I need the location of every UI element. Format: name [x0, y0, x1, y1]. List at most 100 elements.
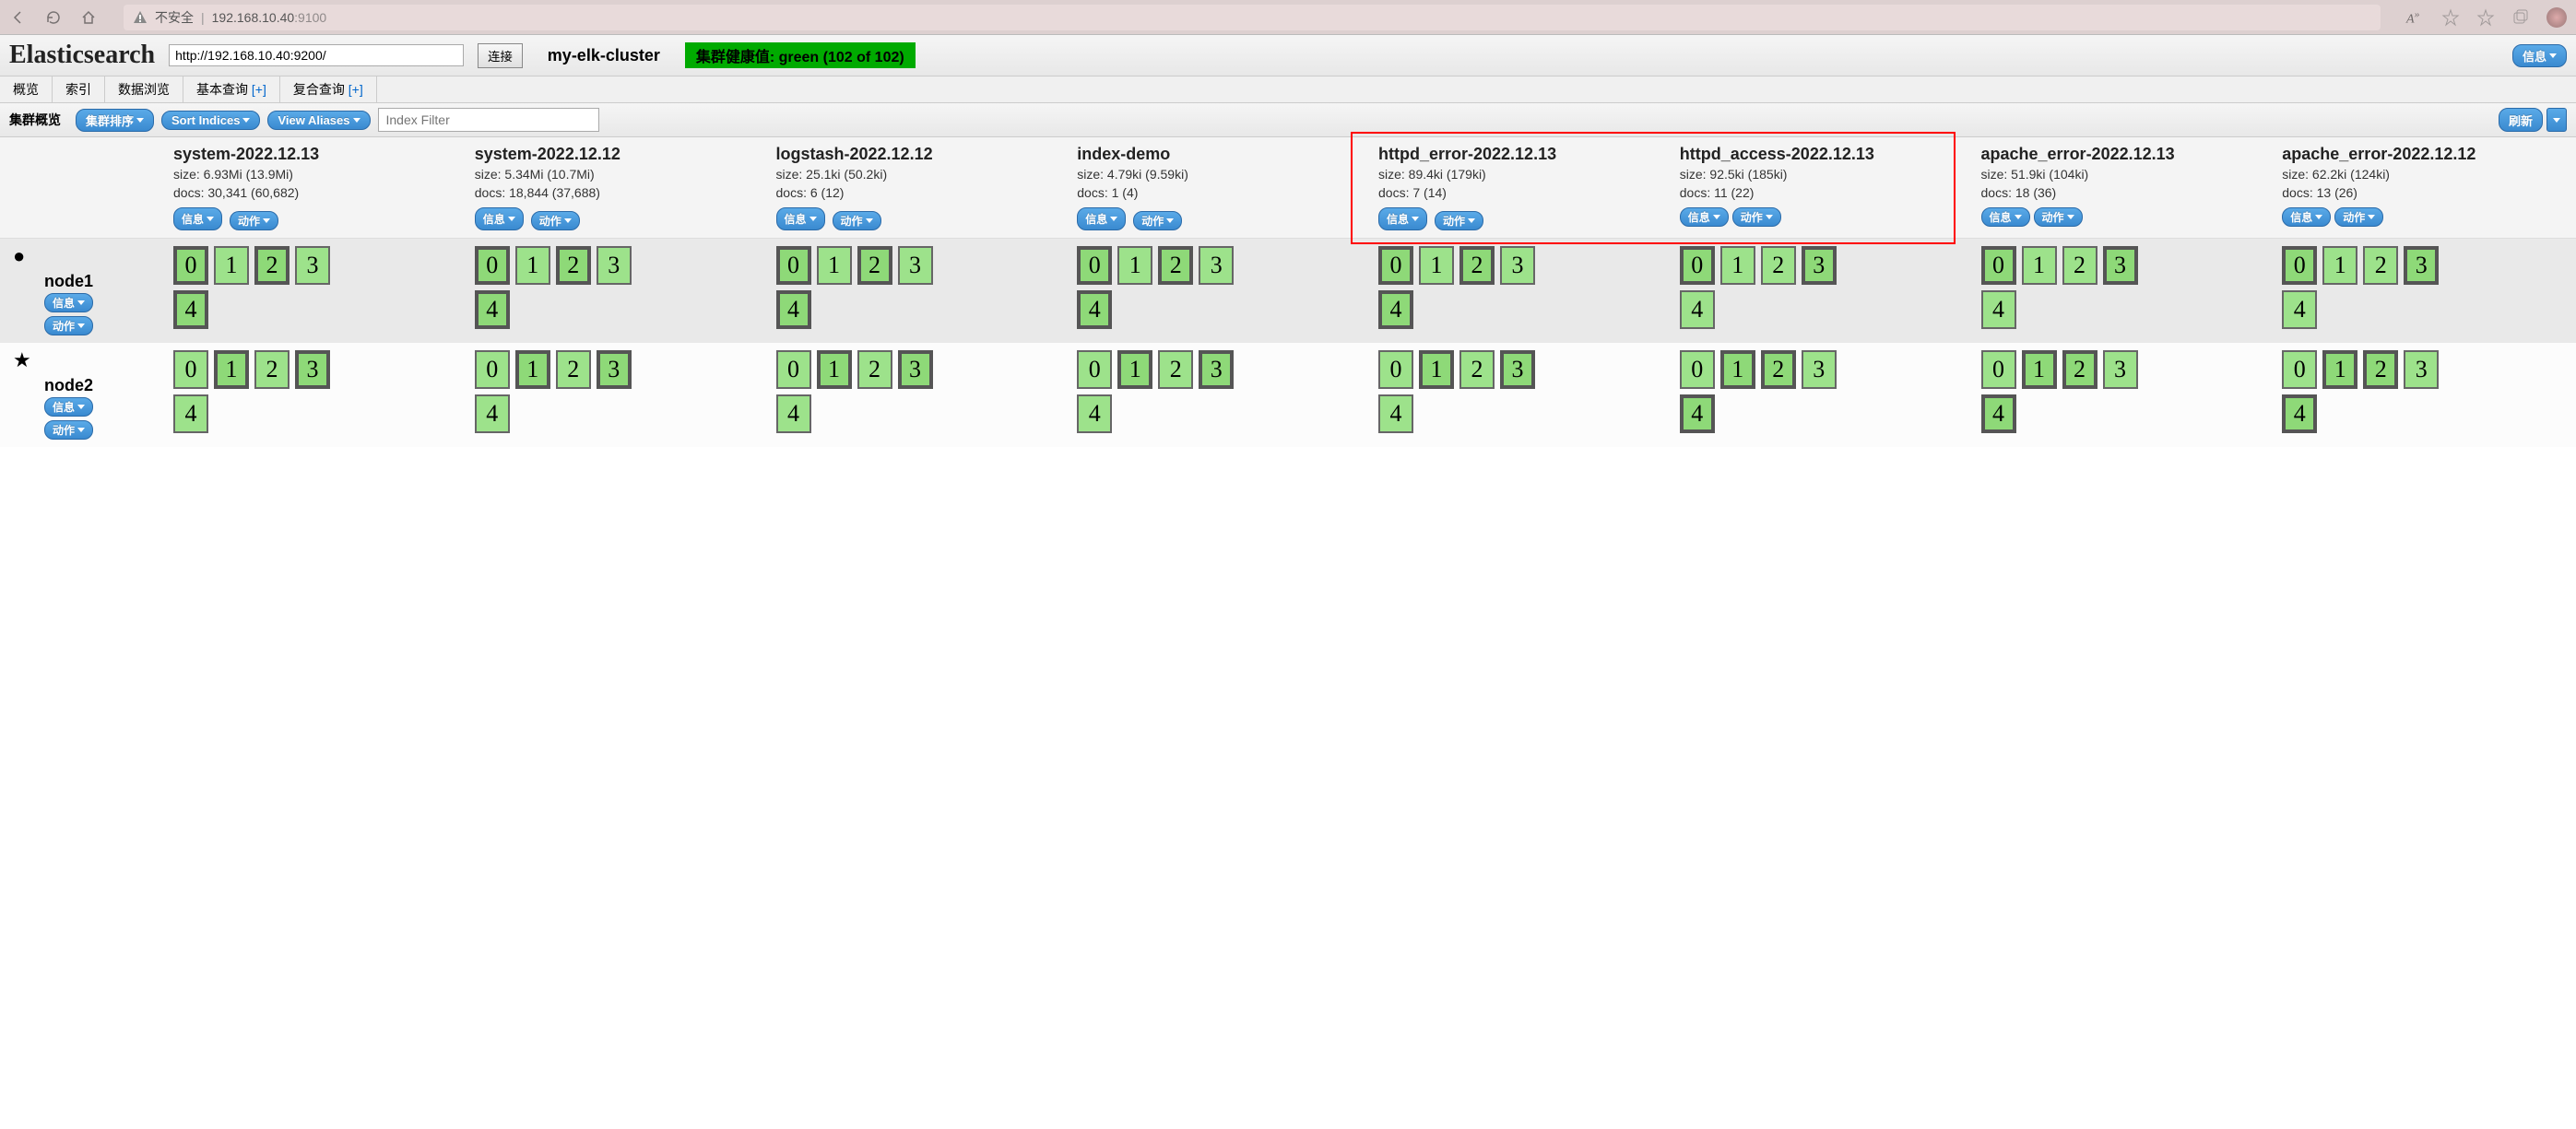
shard-primary[interactable]: 0	[776, 246, 811, 285]
index-info-button[interactable]: 信息	[1680, 207, 1729, 227]
shard-primary[interactable]: 1	[2022, 350, 2057, 389]
tab-plus-icon[interactable]: [+]	[252, 82, 266, 97]
shard-replica[interactable]: 0	[1077, 350, 1112, 389]
connect-button[interactable]: 连接	[478, 43, 523, 68]
shard-replica[interactable]: 2	[556, 350, 591, 389]
shard-primary[interactable]: 3	[898, 350, 933, 389]
tab-overview[interactable]: 概览	[0, 76, 53, 102]
index-info-button[interactable]: 信息	[2282, 207, 2331, 227]
index-action-button[interactable]: 动作	[230, 211, 278, 230]
back-button[interactable]	[9, 8, 28, 27]
shard-replica[interactable]: 1	[1419, 246, 1454, 285]
index-info-button[interactable]: 信息	[776, 207, 825, 230]
shard-replica[interactable]: 0	[173, 350, 208, 389]
shard-primary[interactable]: 3	[2103, 246, 2138, 285]
index-action-button[interactable]: 动作	[2334, 207, 2383, 227]
shard-primary[interactable]: 2	[1158, 246, 1193, 285]
shard-replica[interactable]: 1	[1117, 246, 1152, 285]
shard-replica[interactable]: 1	[817, 246, 852, 285]
shard-primary[interactable]: 3	[295, 350, 330, 389]
shard-primary[interactable]: 4	[1981, 394, 2016, 433]
shard-replica[interactable]: 2	[2062, 246, 2097, 285]
shard-replica[interactable]: 1	[214, 246, 249, 285]
shard-replica[interactable]: 4	[173, 394, 208, 433]
node-info-button[interactable]: 信息	[44, 293, 93, 312]
shard-primary[interactable]: 2	[1459, 246, 1495, 285]
shard-replica[interactable]: 1	[1720, 246, 1755, 285]
shard-replica[interactable]: 1	[515, 246, 550, 285]
favorite-icon[interactable]	[2476, 8, 2495, 27]
shard-primary[interactable]: 0	[1077, 246, 1112, 285]
shard-primary[interactable]: 0	[2282, 246, 2317, 285]
shard-primary[interactable]: 3	[1802, 246, 1837, 285]
shard-replica[interactable]: 4	[1680, 290, 1715, 329]
shard-primary[interactable]: 1	[515, 350, 550, 389]
shard-primary[interactable]: 1	[214, 350, 249, 389]
index-info-button[interactable]: 信息	[1077, 207, 1126, 230]
shard-primary[interactable]: 2	[2363, 350, 2398, 389]
refresh-button[interactable]	[44, 8, 63, 27]
tab-compound-query[interactable]: 复合查询 [+]	[280, 76, 377, 102]
view-aliases-button[interactable]: View Aliases	[267, 111, 370, 130]
index-info-button[interactable]: 信息	[475, 207, 524, 230]
index-info-button[interactable]: 信息	[1378, 207, 1427, 230]
shard-primary[interactable]: 4	[475, 290, 510, 329]
shard-replica[interactable]: 4	[2282, 290, 2317, 329]
shard-replica[interactable]: 0	[475, 350, 510, 389]
shard-primary[interactable]: 2	[1761, 350, 1796, 389]
shard-primary[interactable]: 1	[2322, 350, 2357, 389]
shard-replica[interactable]: 2	[1761, 246, 1796, 285]
shard-primary[interactable]: 4	[173, 290, 208, 329]
index-action-button[interactable]: 动作	[1732, 207, 1781, 227]
shard-replica[interactable]: 3	[1802, 350, 1837, 389]
refresh-button[interactable]: 刷新	[2499, 108, 2543, 132]
shard-replica[interactable]: 0	[776, 350, 811, 389]
shard-primary[interactable]: 0	[1981, 246, 2016, 285]
node-action-button[interactable]: 动作	[44, 316, 93, 335]
shard-primary[interactable]: 2	[254, 246, 290, 285]
index-info-button[interactable]: 信息	[1981, 207, 2030, 227]
profile-avatar[interactable]	[2546, 7, 2567, 28]
shard-replica[interactable]: 4	[1378, 394, 1413, 433]
shard-primary[interactable]: 1	[1419, 350, 1454, 389]
shard-replica[interactable]: 4	[475, 394, 510, 433]
shard-primary[interactable]: 3	[1199, 350, 1234, 389]
tab-browse[interactable]: 数据浏览	[105, 76, 183, 102]
shard-replica[interactable]: 3	[898, 246, 933, 285]
shard-replica[interactable]: 4	[1981, 290, 2016, 329]
home-button[interactable]	[79, 8, 98, 27]
index-action-button[interactable]: 动作	[2034, 207, 2083, 227]
index-action-button[interactable]: 动作	[1133, 211, 1182, 230]
shard-replica[interactable]: 0	[2282, 350, 2317, 389]
shard-replica[interactable]: 4	[1077, 394, 1112, 433]
shard-replica[interactable]: 3	[2404, 350, 2439, 389]
shard-replica[interactable]: 1	[2322, 246, 2357, 285]
shard-primary[interactable]: 1	[1720, 350, 1755, 389]
shard-primary[interactable]: 3	[597, 350, 632, 389]
shard-primary[interactable]: 3	[1500, 350, 1535, 389]
tab-basic-query[interactable]: 基本查询 [+]	[183, 76, 280, 102]
index-filter-input[interactable]	[378, 108, 599, 132]
url-bar[interactable]: 不安全 | 192.168.10.40:9100	[124, 5, 2381, 30]
index-action-button[interactable]: 动作	[833, 211, 881, 230]
info-button[interactable]: 信息	[2512, 44, 2567, 67]
shard-replica[interactable]: 0	[1378, 350, 1413, 389]
shard-primary[interactable]: 2	[2062, 350, 2097, 389]
shard-primary[interactable]: 2	[857, 246, 892, 285]
tab-indices[interactable]: 索引	[53, 76, 105, 102]
shard-replica[interactable]: 3	[597, 246, 632, 285]
shard-replica[interactable]: 2	[2363, 246, 2398, 285]
shard-primary[interactable]: 0	[173, 246, 208, 285]
cluster-sort-button[interactable]: 集群排序	[76, 109, 154, 132]
shard-primary[interactable]: 0	[1680, 246, 1715, 285]
shard-primary[interactable]: 4	[1077, 290, 1112, 329]
index-info-button[interactable]: 信息	[173, 207, 222, 230]
tab-plus-icon[interactable]: [+]	[349, 82, 363, 97]
connect-url-input[interactable]	[169, 44, 464, 66]
shard-replica[interactable]: 2	[857, 350, 892, 389]
shard-replica[interactable]: 4	[776, 394, 811, 433]
shard-primary[interactable]: 4	[1680, 394, 1715, 433]
node-info-button[interactable]: 信息	[44, 397, 93, 417]
shard-primary[interactable]: 0	[475, 246, 510, 285]
shard-replica[interactable]: 2	[1459, 350, 1495, 389]
